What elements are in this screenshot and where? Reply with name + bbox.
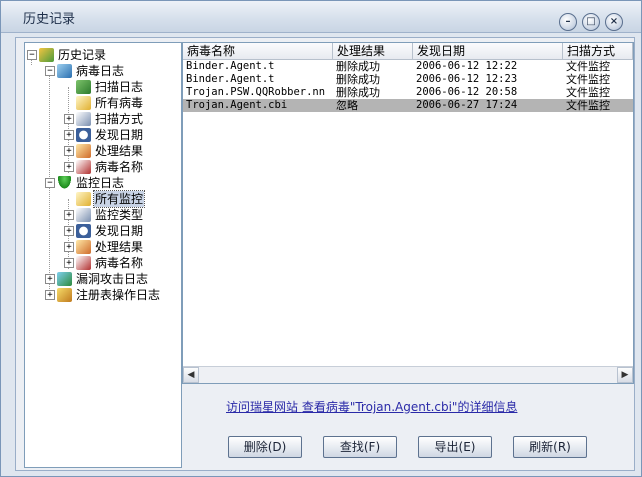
cell-result: 删除成功 (336, 86, 380, 99)
tree-node-monitor-date[interactable]: + 发现日期 (25, 223, 175, 239)
delete-button[interactable]: 删除(D) (228, 436, 302, 458)
tree-label-all-monitor: 所有监控 (92, 190, 146, 208)
tree-node-monitor-log[interactable]: − 监控日志 (25, 175, 175, 191)
tree-node-virus-log[interactable]: − 病毒日志 (25, 63, 175, 79)
column-found-date[interactable]: 发现日期 (413, 43, 563, 59)
cell-virus-name: Binder.Agent.t (186, 60, 275, 72)
clock-icon (76, 128, 91, 142)
virus-name-icon (76, 160, 91, 174)
minimize-button[interactable]: – (559, 13, 577, 31)
visit-rising-link[interactable]: 访问瑞星网站 (226, 400, 298, 414)
tree-label-all-virus: 所有病毒 (95, 96, 144, 110)
tree-node-vuln-log[interactable]: + 漏洞攻击日志 (25, 271, 175, 287)
tree-label-virus-log: 病毒日志 (76, 64, 125, 78)
virus-name-icon (76, 256, 91, 270)
tree-label-scan-log: 扫描日志 (95, 80, 144, 94)
column-scan-method[interactable]: 扫描方式 (563, 43, 633, 59)
tree-node-monitor-result[interactable]: + 处理结果 (25, 239, 175, 255)
result-icon (76, 144, 91, 158)
magnifier-icon (76, 208, 91, 222)
title-bar[interactable]: 历史记录 – □ × (1, 1, 641, 33)
scroll-left-icon[interactable]: ◀ (183, 367, 199, 383)
cell-date: 2006-06-12 20:58 (416, 86, 518, 98)
tree-label-root: 历史记录 (58, 48, 107, 62)
table-row-selected[interactable]: Trojan.Agent.cbi 忽略 2006-06-27 17:24 文件监… (183, 99, 633, 112)
tree-node-root[interactable]: − 历史记录 (25, 47, 175, 63)
history-icon (39, 48, 54, 62)
tree-node-registry-log[interactable]: + 注册表操作日志 (25, 287, 175, 303)
document-icon (76, 96, 91, 110)
cell-virus-name: Binder.Agent.t (186, 73, 275, 85)
table-row[interactable]: Binder.Agent.t 删除成功 2006-06-12 12:22 文件监… (183, 60, 633, 73)
umbrella-icon (57, 176, 72, 190)
virus-info-link[interactable]: 访问瑞星网站 查看病毒"Trojan.Agent.cbi"的详细信息 (226, 398, 517, 415)
content-panel: − 历史记录 − 病毒日志 扫描日志 所有病毒 + 扫描方式 + 发现日期 + … (15, 37, 635, 471)
tree-node-scan-log[interactable]: 扫描日志 (25, 79, 175, 95)
tree-node-scan-method[interactable]: + 扫描方式 (25, 111, 175, 127)
action-panel: 访问瑞星网站 查看病毒"Trojan.Agent.cbi"的详细信息 删除(D)… (182, 384, 632, 466)
tree-node-monitor-virus-name[interactable]: + 病毒名称 (25, 255, 175, 271)
history-tree[interactable]: − 历史记录 − 病毒日志 扫描日志 所有病毒 + 扫描方式 + 发现日期 + … (24, 42, 182, 468)
cell-method: 文件监控 (566, 99, 610, 112)
column-virus-name[interactable]: 病毒名称 (183, 43, 333, 59)
tree-label-scan-method: 扫描方式 (95, 112, 144, 126)
tree-label-registry-log: 注册表操作日志 (76, 288, 161, 302)
export-button[interactable]: 导出(E) (418, 436, 492, 458)
cell-virus-name: Trojan.PSW.QQRobber.nn (186, 86, 326, 98)
virus-log-icon (57, 64, 72, 78)
shield-icon (57, 272, 72, 286)
cell-virus-name: Trojan.Agent.cbi (186, 99, 288, 111)
tree-label-found-date: 发现日期 (95, 128, 144, 142)
result-icon (76, 240, 91, 254)
tree-label-result: 处理结果 (95, 144, 144, 158)
close-button[interactable]: × (605, 13, 623, 31)
table-row[interactable]: Binder.Agent.t 删除成功 2006-06-12 12:23 文件监… (183, 73, 633, 86)
column-result[interactable]: 处理结果 (333, 43, 413, 59)
tree-label-monitor-type: 监控类型 (95, 208, 144, 222)
list-header: 病毒名称 处理结果 发现日期 扫描方式 (183, 43, 633, 60)
cell-date: 2006-06-27 17:24 (416, 99, 518, 111)
tree-node-monitor-type[interactable]: + 监控类型 (25, 207, 175, 223)
cell-date: 2006-06-12 12:23 (416, 73, 518, 85)
scroll-right-icon[interactable]: ▶ (617, 367, 633, 383)
cell-date: 2006-06-12 12:22 (416, 60, 518, 72)
tree-node-all-monitor[interactable]: 所有监控 (25, 190, 175, 208)
tree-node-result[interactable]: + 处理结果 (25, 143, 175, 159)
virus-details-link[interactable]: 查看病毒"Trojan.Agent.cbi"的详细信息 (302, 400, 518, 414)
log-list[interactable]: 病毒名称 处理结果 发现日期 扫描方式 Binder.Agent.t 删除成功 … (182, 42, 634, 384)
cell-result: 删除成功 (336, 73, 380, 86)
cell-method: 文件监控 (566, 60, 610, 73)
cell-method: 文件监控 (566, 73, 610, 86)
tree-label-monitor-virus-name: 病毒名称 (95, 256, 144, 270)
tree-node-all-virus[interactable]: 所有病毒 (25, 95, 175, 111)
registry-icon (57, 288, 72, 302)
cell-result: 忽略 (336, 99, 358, 112)
tree-label-monitor-result: 处理结果 (95, 240, 144, 254)
horizontal-scrollbar[interactable]: ◀ ▶ (183, 366, 633, 383)
tree-node-virus-name[interactable]: + 病毒名称 (25, 159, 175, 175)
magnifier-icon (76, 112, 91, 126)
history-window: 历史记录 – □ × − 历史记录 − 病毒日志 扫描日志 所有病毒 + 扫描方… (0, 0, 642, 477)
tree-label-monitor-log: 监控日志 (76, 176, 125, 190)
tree-label-monitor-date: 发现日期 (95, 224, 144, 238)
document-icon (76, 192, 91, 206)
tree-label-virus-name: 病毒名称 (95, 160, 144, 174)
tree-label-vuln-log: 漏洞攻击日志 (76, 272, 149, 286)
window-title: 历史记录 (23, 12, 76, 27)
scan-log-icon (76, 80, 91, 94)
refresh-button[interactable]: 刷新(R) (513, 436, 587, 458)
cell-method: 文件监控 (566, 86, 610, 99)
table-row[interactable]: Trojan.PSW.QQRobber.nn 删除成功 2006-06-12 2… (183, 86, 633, 99)
cell-result: 删除成功 (336, 60, 380, 73)
find-button[interactable]: 查找(F) (323, 436, 397, 458)
clock-icon (76, 224, 91, 238)
tree-node-found-date[interactable]: + 发现日期 (25, 127, 175, 143)
maximize-button[interactable]: □ (582, 13, 600, 31)
